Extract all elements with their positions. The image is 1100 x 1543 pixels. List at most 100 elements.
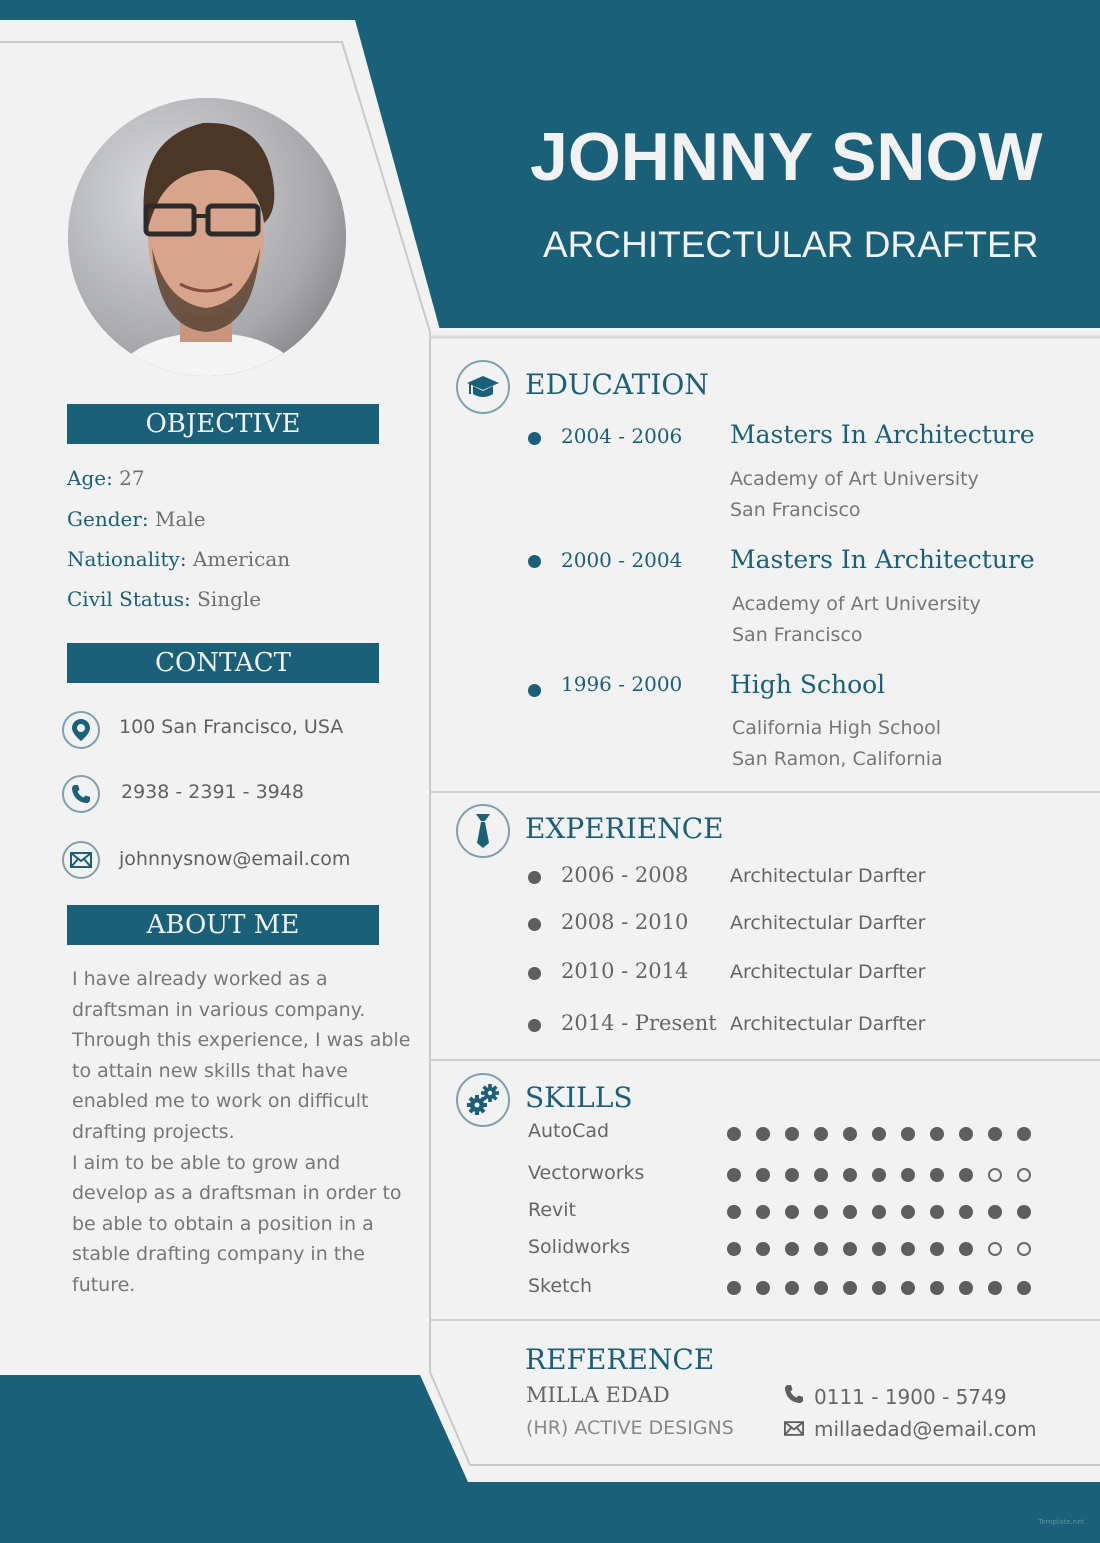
skill-dot-filled — [901, 1205, 915, 1219]
skill-dot-filled — [901, 1242, 915, 1256]
skill-dot-filled — [901, 1168, 915, 1182]
info-key: Gender: — [67, 507, 149, 531]
about-text: I have already worked as a draftsman in … — [72, 964, 417, 1301]
bullet-dot — [528, 918, 541, 931]
education-years: 2000 - 2004 — [561, 548, 683, 572]
skill-dot-filled — [930, 1168, 944, 1182]
necktie-icon — [456, 804, 510, 858]
objective-age: Age: 27 — [67, 466, 145, 490]
bullet-dot — [528, 871, 541, 884]
envelope-icon — [784, 1417, 804, 1441]
skill-dot-filled — [756, 1168, 770, 1182]
skill-name: Vectorworks — [528, 1162, 645, 1184]
objective-civil-status: Civil Status: Single — [67, 587, 261, 611]
info-key: Civil Status: — [67, 587, 191, 611]
skill-dot-filled — [756, 1205, 770, 1219]
skill-dot-filled — [727, 1127, 741, 1141]
reference-phone-row: 0111 - 1900 - 5749 — [784, 1384, 1007, 1409]
experience-years: 2014 - Present — [561, 1011, 717, 1035]
skill-dot-filled — [785, 1281, 799, 1295]
skill-dot-filled — [959, 1168, 973, 1182]
education-location: San Francisco — [730, 499, 861, 521]
skill-dot-filled — [959, 1281, 973, 1295]
job-title: ARCHITECTULAR DRAFTER — [543, 224, 1039, 265]
skill-rating — [727, 1205, 1046, 1219]
skill-dot-filled — [959, 1205, 973, 1219]
bullet-dot — [528, 555, 541, 568]
skill-dot-filled — [872, 1168, 886, 1182]
education-years: 1996 - 2000 — [561, 672, 683, 696]
experience-role: Architectular Darfter — [730, 865, 926, 887]
skill-rating — [727, 1242, 1046, 1256]
skill-dot-filled — [785, 1242, 799, 1256]
skill-dot-filled — [988, 1281, 1002, 1295]
skill-dot-empty — [1017, 1168, 1031, 1182]
education-degree: Masters In Architecture — [730, 545, 1035, 574]
skill-rating — [727, 1168, 1046, 1182]
education-school: Academy of Art University — [732, 593, 981, 615]
avatar-illustration — [68, 98, 346, 376]
skill-dot-filled — [1017, 1281, 1031, 1295]
skill-dot-filled — [814, 1281, 828, 1295]
info-value: Single — [190, 587, 262, 611]
skill-dot-filled — [814, 1205, 828, 1219]
experience-role: Architectular Darfter — [730, 1013, 926, 1035]
skill-name: Solidworks — [528, 1236, 631, 1258]
skill-dot-filled — [843, 1281, 857, 1295]
skill-dot-filled — [814, 1127, 828, 1141]
experience-heading: EXPERIENCE — [525, 812, 724, 845]
about-heading: ABOUT ME — [67, 905, 379, 945]
skill-dot-filled — [1017, 1205, 1031, 1219]
skill-dot-filled — [872, 1242, 886, 1256]
skill-rating — [727, 1127, 1046, 1141]
contact-address[interactable]: 100 San Francisco, USA — [119, 716, 343, 738]
skill-dot-filled — [756, 1281, 770, 1295]
skill-dot-filled — [930, 1127, 944, 1141]
skill-dot-filled — [727, 1168, 741, 1182]
contact-email[interactable]: johnnysnow@email.com — [119, 848, 350, 870]
skill-dot-filled — [901, 1127, 915, 1141]
skills-heading: SKILLS — [525, 1081, 633, 1114]
candidate-name: JOHNNY SNOW — [530, 119, 1043, 195]
experience-role: Architectular Darfter — [730, 961, 926, 983]
info-value: 27 — [112, 466, 145, 490]
skill-dot-filled — [843, 1205, 857, 1219]
education-degree: Masters In Architecture — [730, 420, 1035, 449]
bullet-dot — [528, 684, 541, 697]
info-key: Age: — [67, 466, 113, 490]
skill-dot-filled — [785, 1205, 799, 1219]
skill-dot-filled — [756, 1127, 770, 1141]
phone-icon — [62, 775, 100, 813]
contact-heading: CONTACT — [67, 643, 379, 683]
skill-dot-filled — [727, 1205, 741, 1219]
skill-dot-filled — [843, 1242, 857, 1256]
experience-years: 2008 - 2010 — [561, 910, 689, 934]
experience-years: 2006 - 2008 — [561, 863, 689, 887]
watermark: Template.net — [1038, 1518, 1084, 1526]
skill-name: Sketch — [528, 1275, 593, 1297]
skill-dot-filled — [727, 1242, 741, 1256]
skill-dot-filled — [872, 1127, 886, 1141]
gears-icon — [456, 1073, 510, 1127]
skill-name: AutoCad — [528, 1120, 610, 1142]
reference-email-row: millaedad@email.com — [784, 1417, 1037, 1441]
education-school: Academy of Art University — [730, 468, 979, 490]
contact-phone[interactable]: 2938 - 2391 - 3948 — [121, 781, 304, 803]
experience-role: Architectular Darfter — [730, 912, 926, 934]
bullet-dot — [528, 432, 541, 445]
skill-dot-filled — [727, 1281, 741, 1295]
reference-heading: REFERENCE — [525, 1343, 715, 1376]
skill-dot-filled — [814, 1168, 828, 1182]
education-school: California High School — [732, 717, 942, 739]
bullet-dot — [528, 1019, 541, 1032]
skill-dot-empty — [1017, 1242, 1031, 1256]
education-years: 2004 - 2006 — [561, 424, 683, 448]
reference-phone[interactable]: 0111 - 1900 - 5749 — [814, 1385, 1007, 1409]
map-pin-icon — [62, 711, 100, 749]
skill-dot-filled — [988, 1205, 1002, 1219]
info-value: American — [186, 547, 291, 571]
education-heading: EDUCATION — [525, 368, 709, 401]
phone-icon — [784, 1384, 804, 1409]
reference-email[interactable]: millaedad@email.com — [814, 1417, 1037, 1441]
skill-dot-filled — [843, 1127, 857, 1141]
